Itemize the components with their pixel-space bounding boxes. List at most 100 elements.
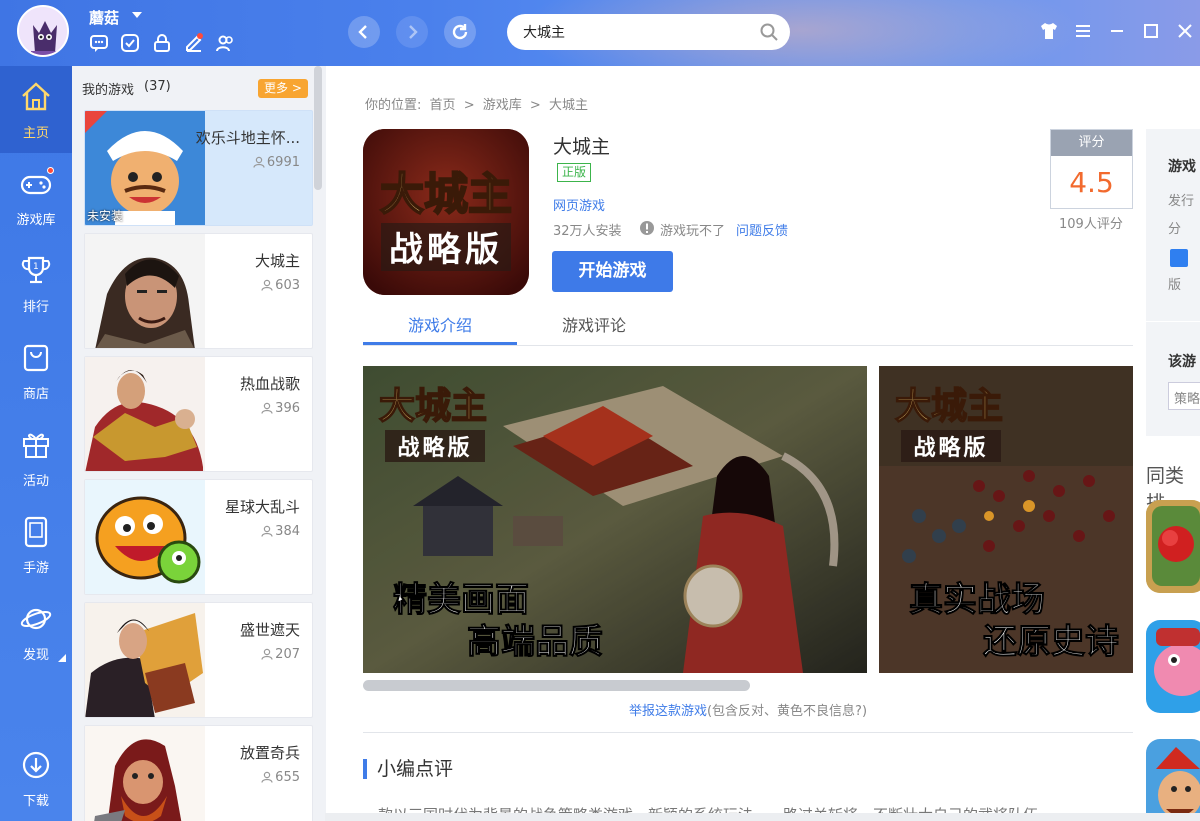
player-count: 396	[275, 401, 300, 416]
screenshot-logo-sub: 战略版	[397, 435, 472, 461]
minimize-icon[interactable]	[1106, 20, 1128, 42]
tab-introduction[interactable]: 游戏介绍	[363, 312, 517, 336]
nav-item-download[interactable]: 下载	[0, 734, 72, 821]
message-icon[interactable]	[89, 33, 109, 53]
screenshot-caption-2: 还原史诗	[983, 622, 1119, 662]
my-game-card[interactable]: 大城主 603	[84, 233, 313, 349]
game-tags-title: 该游	[1168, 354, 1196, 370]
search-icon[interactable]	[759, 22, 779, 42]
screenshot[interactable]: 大城主 战略版 精美画面 高端品质	[363, 366, 867, 673]
similar-game-icon[interactable]	[1146, 620, 1200, 713]
report-game-link[interactable]: 举报这款游戏	[629, 704, 707, 719]
trophy-icon: 1	[21, 256, 51, 284]
right-column: 游戏 发行 分 版 该游 策略 同类排	[1144, 66, 1200, 821]
game-players: 207	[261, 647, 300, 662]
skin-shirt-icon[interactable]	[1038, 20, 1060, 42]
nav-item-mobile-games[interactable]: 手游	[0, 501, 72, 588]
close-icon[interactable]	[1174, 20, 1196, 42]
feedback-link[interactable]: 问题反馈	[736, 220, 788, 239]
game-type-link[interactable]: 网页游戏	[553, 195, 605, 214]
search-input[interactable]	[523, 22, 753, 42]
more-games-button[interactable]: 更多 >	[258, 79, 308, 98]
editor-review-heading: 小编点评	[363, 759, 453, 779]
nav-label: 发现	[22, 648, 49, 663]
app-window: 蘑菇 主页 游戏	[0, 0, 1200, 821]
breadcrumb-item-current: 大城主	[548, 98, 588, 113]
score-value: 4.5	[1069, 166, 1114, 199]
my-game-card[interactable]: 放置奇兵 655	[84, 725, 313, 821]
notification-dot	[47, 167, 54, 174]
my-game-card[interactable]: 星球大乱斗 384	[84, 479, 313, 595]
my-game-card[interactable]: 盛世遮天 207	[84, 602, 313, 718]
username[interactable]: 蘑菇	[89, 7, 119, 28]
menu-icon[interactable]	[1072, 20, 1094, 42]
game-name: 大城主	[254, 252, 300, 270]
edit-pen-icon[interactable]	[184, 33, 204, 53]
shop-bag-icon	[23, 344, 49, 372]
phone-icon	[24, 516, 48, 548]
publisher-label: 发行	[1168, 194, 1195, 209]
user-icon	[261, 279, 273, 291]
tag-chip[interactable]: 策略	[1168, 382, 1200, 410]
install-count: 32万人安装	[553, 224, 622, 239]
game-name: 星球大乱斗	[224, 498, 300, 516]
user-menu-caret-icon[interactable]	[132, 12, 142, 18]
maximize-icon[interactable]	[1140, 20, 1162, 42]
back-button[interactable]	[348, 16, 380, 48]
game-thumbnail	[85, 234, 205, 348]
my-games-scrollbar[interactable]	[314, 66, 322, 190]
nav-item-discover[interactable]: 发现	[0, 588, 72, 675]
my-games-title: 我的游戏	[82, 83, 135, 98]
screenshot-logo-text: 大城主	[379, 385, 487, 427]
game-players: 384	[261, 524, 300, 539]
my-game-card[interactable]: 热血战歌 396	[84, 356, 313, 472]
nav-label: 游戏库	[16, 213, 56, 228]
icon-title-text: 大城主	[380, 169, 512, 220]
similar-game-icon[interactable]	[1146, 500, 1200, 593]
breadcrumb-item-library[interactable]: 游戏库	[483, 98, 522, 113]
player-count: 207	[275, 647, 300, 662]
nav-item-activity[interactable]: 活动	[0, 414, 72, 501]
report-line: 举报这款游戏(包含反对、黄色不良信息?)	[363, 700, 1133, 719]
nav-item-home[interactable]: 主页	[0, 66, 72, 153]
nav-label: 商店	[22, 387, 49, 402]
my-game-card[interactable]: 未安装 欢乐斗地主怀... 6991	[84, 110, 313, 226]
similar-game-icon[interactable]	[1146, 739, 1200, 821]
publisher-logo	[1170, 249, 1188, 267]
game-icon: 大城主 战略版	[363, 129, 529, 295]
divider	[1144, 321, 1200, 322]
player-count: 655	[275, 770, 300, 785]
nav-item-shop[interactable]: 商店	[0, 327, 72, 414]
download-icon	[22, 751, 50, 779]
nav-item-ranking[interactable]: 1 排行	[0, 240, 72, 327]
game-name: 热血战歌	[239, 375, 300, 393]
score-box: 评分 4.5	[1050, 129, 1133, 209]
breadcrumb: 你的位置: 首页 > 游戏库 > 大城主	[363, 94, 590, 113]
tab-reviews[interactable]: 游戏评论	[517, 312, 671, 336]
refresh-button[interactable]	[444, 16, 476, 48]
player-count: 384	[275, 524, 300, 539]
score-count: 109人评分	[1059, 217, 1123, 232]
forward-button[interactable]	[396, 16, 428, 48]
screenshot-scrollbar[interactable]	[363, 680, 750, 691]
start-game-button[interactable]: 开始游戏	[552, 251, 673, 292]
category-label: 分	[1168, 222, 1182, 237]
user-icon	[261, 771, 273, 783]
friends-icon[interactable]	[215, 33, 235, 53]
search-box[interactable]	[507, 14, 790, 50]
breadcrumb-prefix: 你的位置:	[365, 98, 422, 113]
chevron-left-icon	[358, 25, 367, 39]
game-thumbnail	[85, 357, 205, 471]
breadcrumb-item-home[interactable]: 首页	[430, 98, 456, 113]
lock-icon[interactable]	[152, 33, 172, 53]
screenshot[interactable]: 大城主 战略版 真实战场 还原史诗	[879, 366, 1133, 673]
cant-play-text: 游戏玩不了	[660, 224, 726, 239]
player-count: 6991	[266, 155, 300, 170]
nav-item-game-library[interactable]: 游戏库	[0, 153, 72, 240]
avatar[interactable]	[17, 5, 69, 57]
horizontal-scrollbar[interactable]	[325, 813, 1200, 821]
screenshot-logo-sub: 战略版	[913, 435, 988, 461]
user-icon	[261, 402, 273, 414]
task-check-icon[interactable]	[120, 33, 140, 53]
game-name: 放置奇兵	[239, 744, 300, 762]
